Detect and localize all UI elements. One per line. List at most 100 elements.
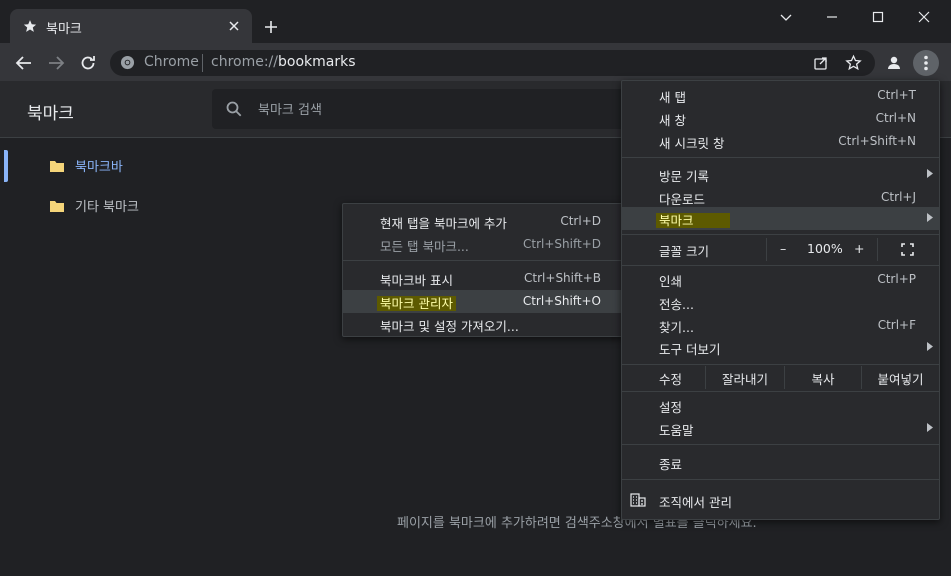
shortcut-label: Ctrl+Shift+D — [523, 237, 601, 251]
menu-item-settings[interactable]: 설정 — [622, 394, 939, 417]
menu-item-cast[interactable]: 전송... — [622, 291, 939, 314]
zoom-out-button[interactable]: – — [780, 241, 786, 256]
highlighted-label: 북마크 — [656, 213, 730, 228]
paste-button[interactable]: 붙여넣기 — [862, 366, 939, 389]
close-tab-icon[interactable] — [228, 20, 240, 32]
copy-button[interactable]: 복사 — [785, 366, 861, 389]
tree-item-other-bookmarks[interactable]: 기타 북마크 — [44, 191, 244, 219]
menu-item-label: 북마크 및 설정 가져오기... — [380, 319, 519, 334]
chrome-main-menu: 새 탭 Ctrl+T 새 창 Ctrl+N 새 시크릿 창 Ctrl+Shift… — [621, 80, 940, 520]
shortcut-label: Ctrl+P — [877, 272, 916, 286]
shortcut-label: Ctrl+Shift+O — [522, 294, 601, 308]
chrome-logo-icon — [120, 55, 135, 70]
menu-separator — [622, 157, 939, 158]
menu-item-managed-by-organization[interactable]: 조직에서 관리 — [622, 489, 939, 512]
search-placeholder: 북마크 검색 — [258, 103, 322, 118]
zoom-divider — [877, 238, 878, 261]
fullscreen-icon[interactable] — [901, 243, 914, 256]
menu-item-label: 도구 더보기 — [659, 342, 721, 357]
menu-item-bookmark-this-tab[interactable]: 현재 탭을 북마크에 추가 Ctrl+D — [343, 210, 623, 233]
star-icon — [23, 19, 37, 33]
new-tab-button[interactable] — [264, 20, 278, 34]
shortcut-label: Ctrl+J — [881, 190, 916, 204]
menu-item-label: 설정 — [659, 400, 683, 415]
maximize-icon[interactable] — [871, 10, 889, 26]
menu-item-label: 새 탭 — [659, 90, 686, 105]
menu-item-label: 북마크 관리자 — [377, 293, 456, 312]
bookmark-submenu: 현재 탭을 북마크에 추가 Ctrl+D 모든 탭 북마크... Ctrl+Sh… — [342, 203, 624, 337]
shortcut-label: Ctrl+N — [875, 111, 916, 125]
menu-separator — [622, 234, 939, 235]
tab-search-icon[interactable] — [779, 10, 797, 26]
shortcut-label: Ctrl+Shift+N — [838, 134, 916, 148]
menu-separator — [622, 265, 939, 266]
profile-avatar-icon[interactable] — [885, 54, 903, 72]
menu-item-label: 방문 기록 — [659, 169, 709, 184]
menu-item-label: 새 시크릿 창 — [659, 136, 725, 151]
menu-item-label: 북마크 — [656, 210, 730, 229]
submenu-arrow-icon — [927, 342, 933, 351]
menu-item-import-bookmarks[interactable]: 북마크 및 설정 가져오기... — [343, 313, 623, 336]
menu-item-history[interactable]: 방문 기록 — [622, 163, 939, 186]
zoom-divider — [766, 238, 767, 261]
menu-item-new-tab[interactable]: 새 탭 Ctrl+T — [622, 84, 939, 107]
page-title: 북마크 — [27, 104, 74, 124]
menu-item-bookmark-all-tabs[interactable]: 모든 탭 북마크... Ctrl+Shift+D — [343, 233, 623, 256]
bookmark-star-icon[interactable] — [845, 54, 862, 71]
menu-separator — [622, 391, 939, 392]
menu-separator — [622, 364, 939, 365]
menu-item-label: 수정 — [659, 372, 683, 387]
menu-item-label: 전송... — [659, 297, 694, 312]
menu-item-label: 종료 — [659, 457, 683, 472]
menu-item-find[interactable]: 찾기... Ctrl+F — [622, 314, 939, 337]
shortcut-label: Ctrl+D — [560, 214, 601, 228]
menu-item-show-bookmarks-bar[interactable]: 북마크바 표시 Ctrl+Shift+B — [343, 267, 623, 290]
menu-item-label: 인쇄 — [659, 274, 683, 289]
zoom-row: 글꼴 크기 – 100% + — [622, 238, 939, 261]
menu-item-new-window[interactable]: 새 창 Ctrl+N — [622, 107, 939, 130]
menu-separator — [622, 479, 939, 480]
menu-separator — [343, 260, 623, 261]
minimize-icon[interactable] — [825, 10, 843, 26]
menu-item-label: 다운로드 — [659, 192, 706, 207]
submenu-arrow-icon — [927, 423, 933, 432]
back-arrow-icon[interactable] — [15, 54, 33, 72]
menu-item-label: 도움말 — [659, 423, 694, 438]
menu-item-label: 모든 탭 북마크... — [380, 239, 469, 254]
menu-item-help[interactable]: 도움말 — [622, 417, 939, 440]
menu-item-exit[interactable]: 종료 — [622, 451, 939, 474]
folder-icon — [49, 198, 65, 214]
shortcut-label: Ctrl+Shift+B — [524, 271, 601, 285]
kebab-menu-button[interactable] — [913, 50, 939, 76]
reload-icon[interactable] — [79, 54, 97, 72]
menu-item-downloads[interactable]: 다운로드 Ctrl+J — [622, 186, 939, 209]
search-icon — [226, 101, 242, 117]
menu-item-bookmarks[interactable]: 북마크 — [622, 207, 939, 230]
url-divider — [202, 54, 203, 72]
tree-item-label: 북마크바 — [75, 160, 123, 175]
url-text[interactable]: chrome://bookmarks — [211, 54, 356, 70]
submenu-arrow-icon — [927, 213, 933, 222]
menu-item-more-tools[interactable]: 도구 더보기 — [622, 336, 939, 359]
shortcut-label: Ctrl+F — [877, 318, 916, 332]
close-window-icon[interactable] — [917, 10, 935, 26]
menu-item-bookmark-manager[interactable]: 북마크 관리자 Ctrl+Shift+O — [343, 290, 623, 313]
tree-item-label: 기타 북마크 — [75, 200, 139, 215]
tree-item-bookmarks-bar[interactable]: 북마크바 — [44, 151, 244, 179]
menu-item-label: 글꼴 크기 — [659, 244, 709, 259]
building-icon — [630, 492, 646, 507]
cut-button[interactable]: 잘라내기 — [706, 366, 784, 389]
menu-item-label: 찾기... — [659, 320, 694, 335]
menu-item-label: 북마크바 표시 — [380, 273, 453, 288]
origin-chip-label: Chrome — [144, 54, 199, 70]
edit-row: 수정 잘라내기 복사 붙여넣기 — [622, 366, 939, 389]
tab-title: 북마크 — [46, 22, 82, 37]
zoom-in-button[interactable]: + — [854, 241, 864, 256]
menu-item-print[interactable]: 인쇄 Ctrl+P — [622, 268, 939, 291]
share-icon[interactable] — [813, 55, 829, 71]
browser-tab[interactable]: 북마크 — [10, 9, 252, 43]
menu-separator — [622, 444, 939, 445]
zoom-level: 100% — [807, 241, 843, 256]
forward-arrow-icon[interactable] — [47, 54, 65, 72]
menu-item-new-incognito-window[interactable]: 새 시크릿 창 Ctrl+Shift+N — [622, 130, 939, 153]
